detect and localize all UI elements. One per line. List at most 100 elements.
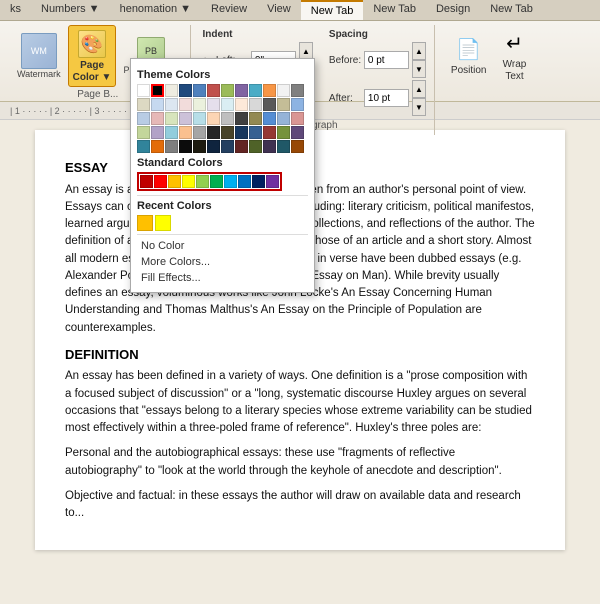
spacing-after-up[interactable]: ▲ [412,80,426,98]
theme-color-swatch[interactable] [235,112,248,125]
theme-color-swatch[interactable] [179,140,192,153]
theme-color-swatch[interactable] [151,126,164,139]
theme-color-swatch[interactable] [221,140,234,153]
theme-color-swatch[interactable] [249,126,262,139]
page-color-button[interactable]: 🎨 PageColor ▼ [68,25,117,87]
theme-color-swatch[interactable] [221,112,234,125]
standard-color-swatch[interactable] [182,175,195,188]
theme-color-swatch[interactable] [193,112,206,125]
theme-color-swatch[interactable] [179,98,192,111]
page-background-label: Page B... [77,87,118,100]
theme-color-swatch[interactable] [151,140,164,153]
standard-color-swatch[interactable] [210,175,223,188]
theme-color-swatch[interactable] [137,126,150,139]
theme-color-swatch[interactable] [179,84,192,97]
theme-color-swatch[interactable] [291,84,304,97]
standard-color-swatch[interactable] [154,175,167,188]
definition-heading: DEFINITION [65,345,535,365]
theme-color-swatch[interactable] [263,126,276,139]
standard-color-swatch[interactable] [224,175,237,188]
theme-color-swatch[interactable] [249,98,262,111]
tab-new-tab-3[interactable]: New Tab [480,0,543,20]
theme-color-swatch[interactable] [291,140,304,153]
theme-color-swatch[interactable] [235,126,248,139]
theme-color-swatch[interactable] [277,140,290,153]
spacing-before-input[interactable] [364,51,409,69]
wrap-text-label: WrapText [503,59,527,83]
theme-color-swatch[interactable] [263,98,276,111]
theme-color-swatch[interactable] [249,140,262,153]
wrap-text-button[interactable]: ↵ WrapText [494,25,534,85]
tab-numbers[interactable]: Numbers ▼ [31,0,110,20]
standard-color-swatch[interactable] [266,175,279,188]
theme-color-swatch[interactable] [263,84,276,97]
spacing-after-input[interactable] [364,89,409,107]
theme-color-swatch[interactable] [291,126,304,139]
theme-color-swatch[interactable] [207,112,220,125]
theme-color-swatch[interactable] [193,126,206,139]
theme-color-swatch[interactable] [137,112,150,125]
theme-color-swatch[interactable] [221,98,234,111]
theme-color-swatch[interactable] [193,140,206,153]
theme-color-swatch[interactable] [263,140,276,153]
theme-color-swatch[interactable] [207,98,220,111]
theme-color-swatch[interactable] [137,98,150,111]
theme-color-swatch[interactable] [151,84,164,97]
tab-ks[interactable]: ks [0,0,31,20]
position-button[interactable]: 📄 Position [447,31,491,79]
standard-color-swatch[interactable] [238,175,251,188]
standard-color-swatch[interactable] [196,175,209,188]
spacing-after-down[interactable]: ▼ [412,98,426,116]
standard-color-swatch[interactable] [252,175,265,188]
theme-color-swatch[interactable] [151,112,164,125]
theme-color-swatch[interactable] [165,84,178,97]
theme-color-swatch[interactable] [179,126,192,139]
theme-color-swatch[interactable] [221,126,234,139]
theme-color-swatch[interactable] [207,84,220,97]
standard-colors-title: Standard Colors [137,157,308,169]
spacing-before-up[interactable]: ▲ [412,42,426,60]
tab-review[interactable]: Review [201,0,257,20]
standard-color-swatch[interactable] [168,175,181,188]
theme-color-swatch[interactable] [291,98,304,111]
theme-color-swatch[interactable] [137,84,150,97]
theme-color-swatch[interactable] [165,112,178,125]
theme-color-swatch[interactable] [165,98,178,111]
tab-view[interactable]: View [257,0,301,20]
more-colors-item[interactable]: More Colors... [137,254,308,270]
theme-color-swatch[interactable] [277,84,290,97]
standard-color-swatch[interactable] [140,175,153,188]
recent-color-swatch[interactable] [137,215,153,231]
ribbon: ks Numbers ▼ henomation ▼ Review View Ne… [0,0,600,102]
tab-henomation[interactable]: henomation ▼ [110,0,201,20]
spacing-before-down[interactable]: ▼ [412,60,426,78]
fill-effects-item[interactable]: Fill Effects... [137,270,308,286]
theme-color-swatch[interactable] [249,112,262,125]
theme-color-swatch[interactable] [137,140,150,153]
theme-color-swatch[interactable] [151,98,164,111]
theme-color-swatch[interactable] [207,140,220,153]
theme-color-swatch[interactable] [277,126,290,139]
theme-color-swatch[interactable] [291,112,304,125]
no-color-item[interactable]: No Color [137,238,308,254]
indent-title: Indent [203,29,313,40]
theme-color-swatch[interactable] [193,84,206,97]
theme-color-swatch[interactable] [277,112,290,125]
theme-color-swatch[interactable] [193,98,206,111]
watermark-button[interactable]: WM Watermark [14,32,64,80]
theme-color-swatch[interactable] [165,126,178,139]
tab-new-tab-1[interactable]: New Tab [301,0,364,20]
theme-color-swatch[interactable] [263,112,276,125]
theme-color-swatch[interactable] [235,140,248,153]
theme-color-swatch[interactable] [277,98,290,111]
theme-color-swatch[interactable] [235,98,248,111]
theme-color-swatch[interactable] [207,126,220,139]
theme-color-swatch[interactable] [221,84,234,97]
tab-design[interactable]: Design [426,0,480,20]
recent-color-swatch[interactable] [155,215,171,231]
theme-color-swatch[interactable] [235,84,248,97]
tab-new-tab-2[interactable]: New Tab [363,0,426,20]
theme-color-swatch[interactable] [179,112,192,125]
theme-color-swatch[interactable] [165,140,178,153]
theme-color-swatch[interactable] [249,84,262,97]
